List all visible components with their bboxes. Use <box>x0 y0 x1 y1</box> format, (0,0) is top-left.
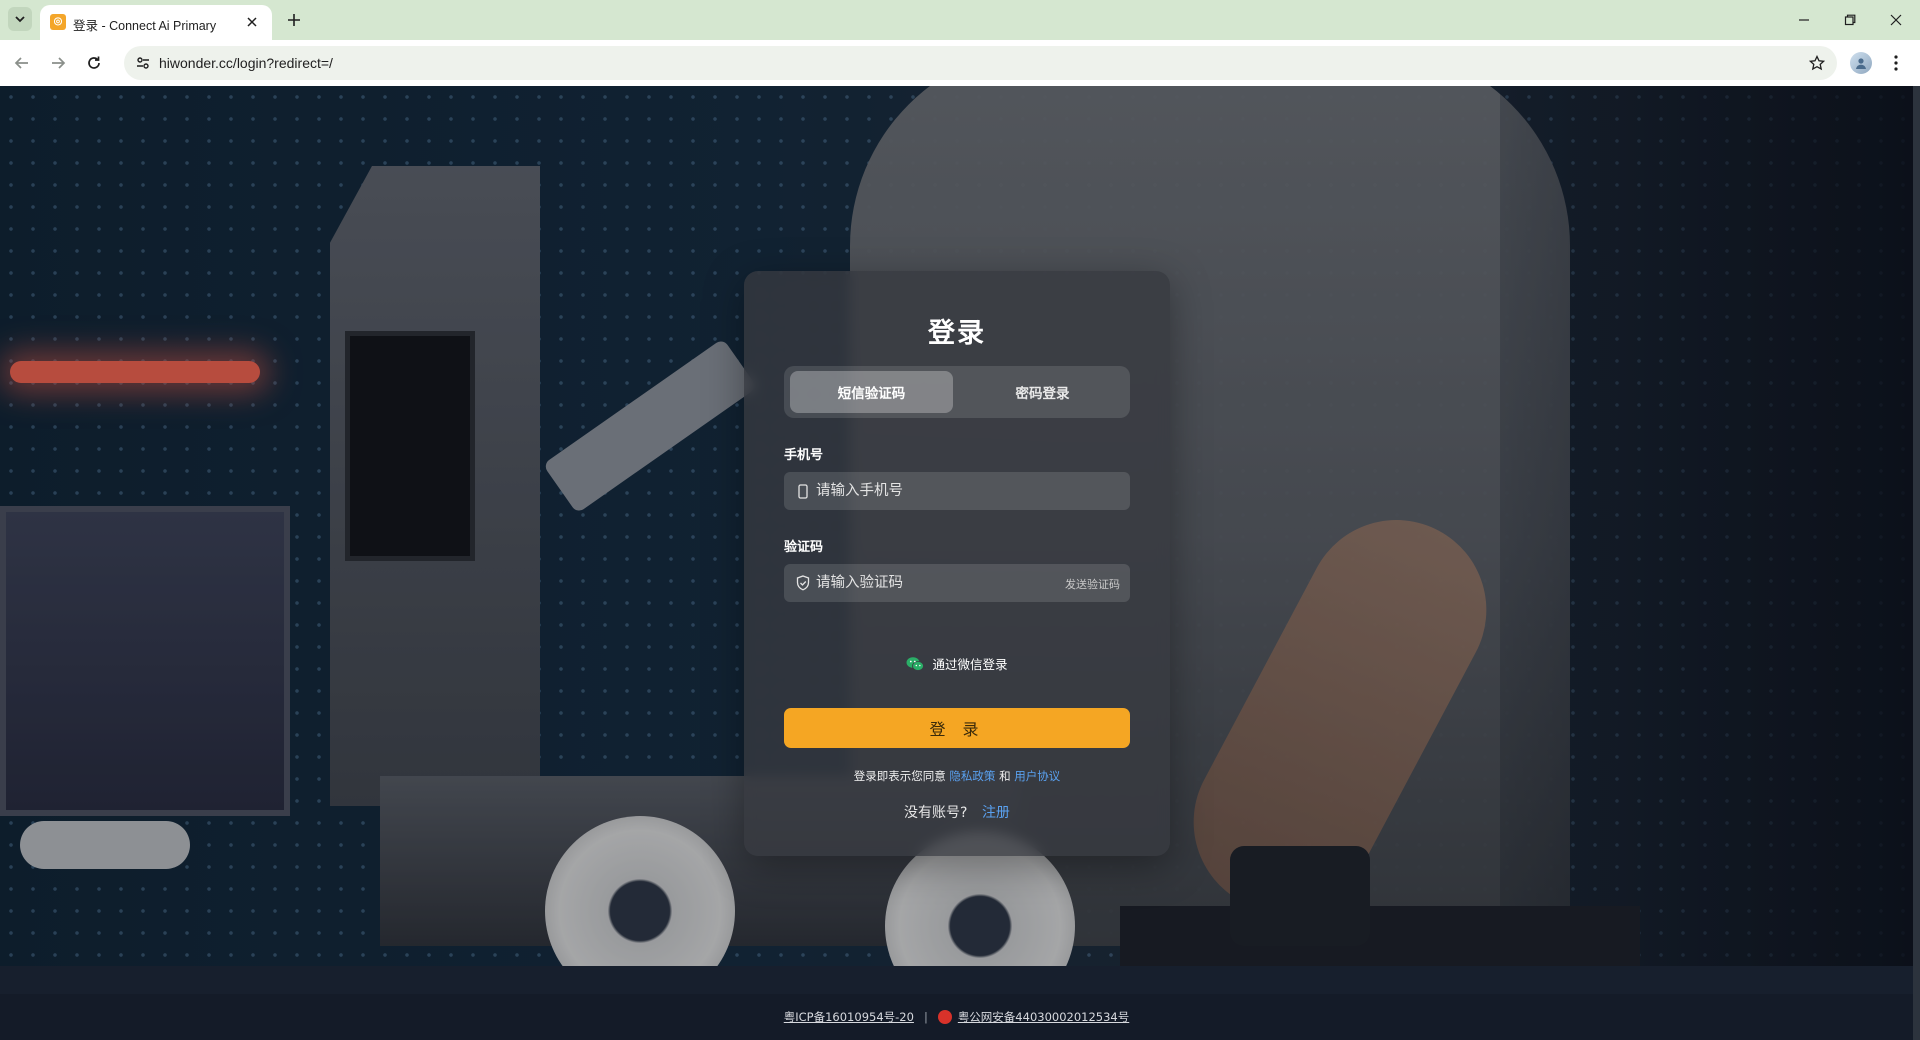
footer-separator: | <box>923 1010 928 1024</box>
tab-search-button[interactable] <box>8 7 32 31</box>
shield-icon <box>795 575 811 591</box>
close-icon <box>1890 14 1902 26</box>
reload-button[interactable] <box>82 51 106 75</box>
police-record-link[interactable]: 粤公网安备44030002012534号 <box>958 1009 1129 1025</box>
phone-input[interactable] <box>816 472 1056 510</box>
bookmark-button[interactable] <box>1805 51 1829 75</box>
login-page: 登录 短信验证码 密码登录 手机号 验证码 发送验证码 <box>0 86 1913 1040</box>
wechat-login-link[interactable]: 通过微信登录 <box>744 654 1170 673</box>
agreement-prefix: 登录即表示您同意 <box>853 769 946 783</box>
site-info-icon <box>137 57 149 69</box>
browser-tab-active[interactable]: ◎ 登录 - Connect Ai Primary <box>40 5 272 40</box>
footer: 粤ICP备16010954号-20 | 粤公网安备44030002012534号 <box>0 994 1913 1040</box>
login-title: 登录 <box>928 318 986 349</box>
person-icon <box>1856 58 1866 69</box>
browser-tab-bar: ◎ 登录 - Connect Ai Primary <box>0 0 1920 40</box>
page-scrollbar[interactable] <box>1913 86 1920 1040</box>
forward-arrow-icon <box>52 57 66 69</box>
login-method-tabs: 短信验证码 密码登录 <box>784 366 1130 418</box>
user-agreement-link[interactable]: 用户协议 <box>1014 769 1060 783</box>
forward-button[interactable] <box>46 51 70 75</box>
plus-icon <box>288 14 300 26</box>
back-arrow-icon <box>14 57 28 69</box>
phone-label: 手机号 <box>784 448 824 463</box>
reload-icon <box>88 56 100 69</box>
agreement-text: 登录即表示您同意 隐私政策 和 用户协议 <box>744 768 1170 784</box>
send-code-button[interactable]: 发送验证码 <box>1065 576 1120 592</box>
icp-link[interactable]: 粤ICP备16010954号-20 <box>784 1009 914 1025</box>
police-badge-icon <box>937 1010 952 1024</box>
tab-close-button[interactable] <box>242 12 262 32</box>
browser-menu-button[interactable] <box>1884 51 1908 75</box>
phone-field[interactable] <box>784 472 1130 510</box>
code-label: 验证码 <box>784 540 824 555</box>
restore-icon <box>1844 14 1856 26</box>
wechat-icon <box>906 656 925 671</box>
no-account-text: 没有账号? <box>904 805 968 821</box>
tab-title: 登录 - Connect Ai Primary <box>73 19 217 33</box>
login-card: 登录 短信验证码 密码登录 手机号 验证码 发送验证码 <box>744 271 1170 856</box>
code-input[interactable] <box>816 564 1056 602</box>
phone-icon <box>795 483 811 499</box>
new-tab-button[interactable] <box>282 8 306 32</box>
tab-sms-code[interactable]: 短信验证码 <box>790 371 953 413</box>
restore-button[interactable] <box>1830 8 1870 32</box>
browser-toolbar: hiwonder.cc/login?redirect=/ <box>0 40 1920 86</box>
close-icon <box>247 17 257 27</box>
kebab-menu-icon <box>1894 55 1898 71</box>
tab-password-login[interactable]: 密码登录 <box>961 371 1124 413</box>
favicon-icon: ◎ <box>50 14 66 30</box>
code-field[interactable]: 发送验证码 <box>784 564 1130 602</box>
star-icon <box>1809 55 1825 71</box>
signup-row: 没有账号? 注册 <box>744 802 1170 822</box>
minimize-button[interactable] <box>1784 8 1824 32</box>
close-window-button[interactable] <box>1876 8 1916 32</box>
agreement-and: 和 <box>999 769 1011 783</box>
register-link[interactable]: 注册 <box>982 805 1010 821</box>
address-bar[interactable]: hiwonder.cc/login?redirect=/ <box>124 46 1837 80</box>
back-button[interactable] <box>10 51 34 75</box>
login-submit-button[interactable]: 登 录 <box>784 708 1130 748</box>
privacy-policy-link[interactable]: 隐私政策 <box>949 769 995 783</box>
chevron-down-icon <box>15 16 25 23</box>
wechat-login-label: 通过微信登录 <box>932 657 1008 672</box>
site-info-button[interactable] <box>131 51 155 75</box>
profile-avatar[interactable] <box>1850 52 1872 74</box>
minimize-icon <box>1799 19 1809 21</box>
url-text[interactable]: hiwonder.cc/login?redirect=/ <box>159 55 333 71</box>
